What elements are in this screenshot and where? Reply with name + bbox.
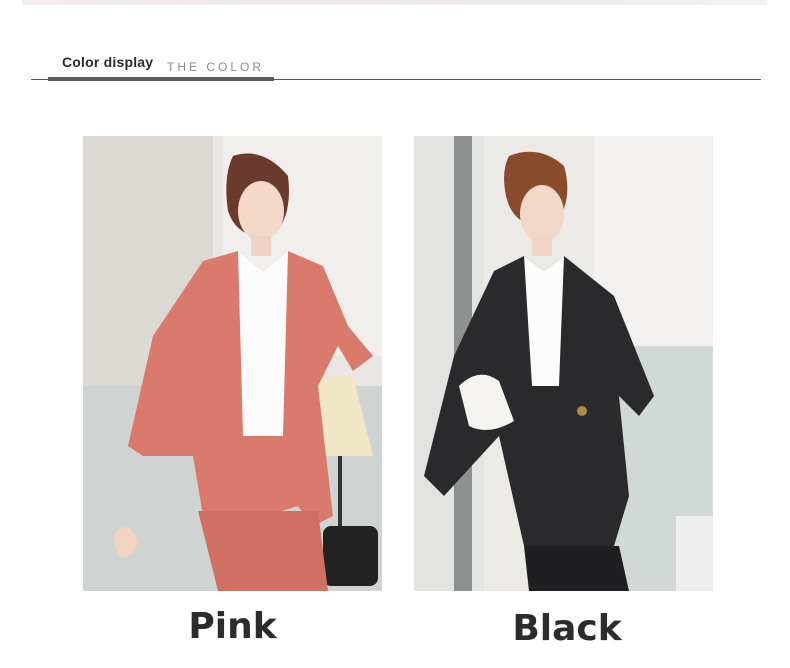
product-photo-pink[interactable]	[83, 136, 382, 591]
photo-black-illustration	[414, 136, 713, 591]
color-label-black: Black	[512, 608, 622, 649]
top-divider-strip	[22, 0, 767, 5]
photo-pink-illustration	[83, 136, 382, 591]
section-subtitle: THE COLOR	[167, 60, 265, 74]
header-accent-bar	[48, 77, 274, 81]
color-label-pink: Pink	[188, 606, 277, 647]
product-photo-black[interactable]	[414, 136, 713, 591]
section-title: Color display	[62, 54, 154, 70]
